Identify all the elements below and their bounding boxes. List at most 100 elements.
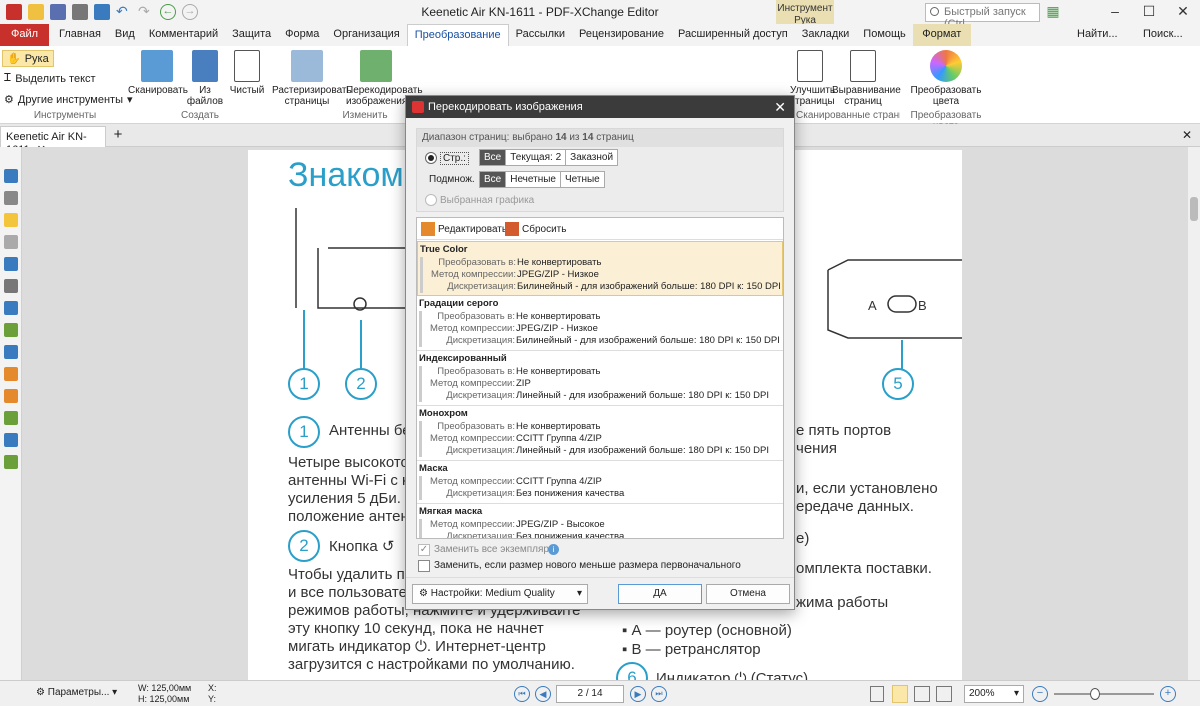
tab-home[interactable]: Главная — [52, 24, 108, 46]
attachments-icon[interactable] — [4, 235, 18, 249]
info-icon[interactable]: i — [548, 544, 559, 555]
links-icon[interactable] — [4, 367, 18, 381]
tab-format[interactable]: Формат — [912, 24, 971, 46]
signatures-icon[interactable] — [4, 389, 18, 403]
edit-button[interactable]: Редактировать — [421, 222, 507, 236]
pages-option-all[interactable]: Все — [480, 150, 507, 165]
cancel-button[interactable]: Отмена — [706, 584, 790, 604]
find-button[interactable]: Найти... — [1070, 24, 1125, 44]
list-toolbar: Редактировать Сбросить — [417, 218, 783, 240]
subset-option-even[interactable]: Четные — [561, 172, 604, 187]
reset-button[interactable]: Сбросить — [505, 222, 566, 236]
vertical-scrollbar[interactable] — [1188, 147, 1200, 680]
quick-launch-search[interactable]: Быстрый запуск (Ctrl... — [925, 3, 1040, 30]
list-item[interactable]: Индексированный Преобразовать в: Не конвер… — [417, 351, 783, 406]
new-tab-button[interactable]: + — [110, 127, 126, 144]
switch-label-a: A — [868, 298, 877, 313]
list-item[interactable]: Градации серого Преобразовать в: Не конвер… — [417, 296, 783, 351]
tab-file[interactable]: Файл — [0, 24, 50, 46]
tab-mailings[interactable]: Рассылки — [509, 24, 572, 46]
tab-review[interactable]: Рецензирование — [572, 24, 671, 46]
back-icon[interactable]: ← — [160, 4, 176, 20]
replace-if-smaller-label: Заменить, если размер нового меньше разм… — [434, 560, 741, 571]
comments-icon[interactable] — [4, 213, 18, 227]
prev-page-icon[interactable]: ◀ — [535, 686, 551, 702]
tab-form[interactable]: Форма — [278, 24, 326, 46]
tab-bookmarks[interactable]: Закладки — [795, 24, 857, 46]
subset-option-all[interactable]: Все — [480, 172, 507, 187]
rasterize-button[interactable]: Растеризировать страницы — [272, 50, 352, 107]
first-page-icon[interactable]: ⏮ — [514, 686, 530, 702]
zoom-slider-thumb[interactable] — [1090, 688, 1100, 700]
subset-option-odd[interactable]: Нечетные — [506, 172, 561, 187]
scroll-thumb[interactable] — [1190, 197, 1198, 221]
selected-graphics-radio[interactable] — [425, 194, 437, 206]
list-item[interactable]: True Color Преобразовать в: Не конвертиров… — [417, 241, 783, 296]
maximize-button[interactable]: ☐ — [1132, 0, 1166, 24]
next-page-icon[interactable]: ▶ — [630, 686, 646, 702]
document-tab[interactable]: Keenetic Air KN-1611 ✕ — [0, 126, 106, 156]
undo-icon[interactable]: ↶ — [116, 4, 132, 20]
recode-images-button[interactable]: Перекодировать изображения — [346, 50, 423, 107]
scan-icon[interactable] — [94, 4, 110, 20]
order-icon[interactable] — [4, 433, 18, 447]
blank-button[interactable]: Чистый — [227, 50, 267, 96]
list-item[interactable]: Монохром Преобразовать в: Не конвертироват… — [417, 406, 783, 461]
select-text-button[interactable]: Ꮖ Выделить текст — [4, 72, 96, 85]
zoom-slider[interactable] — [1054, 688, 1154, 700]
destinations-icon[interactable] — [4, 345, 18, 359]
list-item[interactable]: Мягкая маска Метод компрессии: JPEG/ZIP - … — [417, 504, 783, 538]
replace-all-checkbox[interactable]: ✓ — [418, 544, 430, 556]
print-icon[interactable] — [72, 4, 88, 20]
layers-icon[interactable] — [4, 257, 18, 271]
params-button[interactable]: ⚙ Параметры... ▾ — [36, 687, 117, 698]
view-facing-icon[interactable] — [914, 686, 930, 702]
view-single-icon[interactable] — [870, 686, 884, 702]
view-continuous-icon[interactable] — [892, 685, 908, 703]
pages-icon[interactable] — [4, 191, 18, 205]
settings-icon[interactable]: ▦ — [1042, 0, 1064, 24]
zoom-field[interactable]: 200% ▾ — [964, 685, 1024, 703]
scan-button[interactable]: Сканировать — [128, 50, 188, 96]
redo-icon[interactable]: ↷ — [138, 4, 154, 20]
pages-radio[interactable] — [425, 152, 437, 164]
tab-protect[interactable]: Защита — [225, 24, 278, 46]
forward-icon[interactable]: → — [182, 4, 198, 20]
ok-button[interactable]: ДА — [618, 584, 702, 604]
fields-icon[interactable] — [4, 279, 18, 293]
tab-comment[interactable]: Комментарий — [142, 24, 225, 46]
open-folder-icon[interactable] — [28, 4, 44, 20]
search-panel-icon[interactable] — [4, 455, 18, 469]
tab-convert[interactable]: Преобразование — [406, 24, 509, 46]
minimize-button[interactable]: – — [1098, 0, 1132, 24]
improve-pages-button[interactable]: Улучшить страницы — [790, 50, 835, 107]
pages-option-current[interactable]: Текущая: 2 — [506, 150, 567, 165]
hand-tool-button[interactable]: ✋ Рука — [2, 50, 54, 67]
page-number-field[interactable]: 2 / 14 — [556, 685, 624, 703]
settings-dropdown[interactable]: ⚙ Настройки: Medium Quality ▾ — [412, 584, 588, 604]
tab-view[interactable]: Вид — [108, 24, 142, 46]
articles-icon[interactable] — [4, 411, 18, 425]
tab-share[interactable]: Расширенный доступ — [671, 24, 795, 46]
close-window-button[interactable]: ✕ — [1166, 0, 1200, 24]
tab-organize[interactable]: Организация — [326, 24, 406, 46]
zoom-out-icon[interactable]: − — [1032, 686, 1048, 702]
list-item[interactable]: Маска Метод компрессии: CCITT Группа 4/ZIP… — [417, 461, 783, 504]
pages-option-custom[interactable]: Заказной — [566, 150, 617, 165]
dialog-close-icon[interactable]: ✕ — [774, 99, 786, 116]
convert-colors-button[interactable]: Преобразовать цвета — [908, 50, 984, 107]
tags-icon[interactable] — [4, 323, 18, 337]
tab-help[interactable]: Помощь — [856, 24, 913, 46]
bookmark-icon[interactable] — [4, 169, 18, 183]
close-all-button[interactable]: ✕ — [1182, 128, 1192, 142]
align-pages-button[interactable]: Выравнивание страниц — [832, 50, 901, 107]
zoom-in-icon[interactable]: + — [1160, 686, 1176, 702]
search-button[interactable]: Поиск... — [1136, 24, 1190, 44]
content-icon[interactable] — [4, 301, 18, 315]
other-tools-button[interactable]: ⚙ Другие инструменты ▾ — [4, 93, 133, 107]
save-icon[interactable] — [50, 4, 66, 20]
from-files-button[interactable]: Из файлов — [185, 50, 225, 107]
last-page-icon[interactable]: ⏭ — [651, 686, 667, 702]
view-facing-continuous-icon[interactable] — [936, 686, 952, 702]
replace-if-smaller-checkbox[interactable] — [418, 560, 430, 572]
